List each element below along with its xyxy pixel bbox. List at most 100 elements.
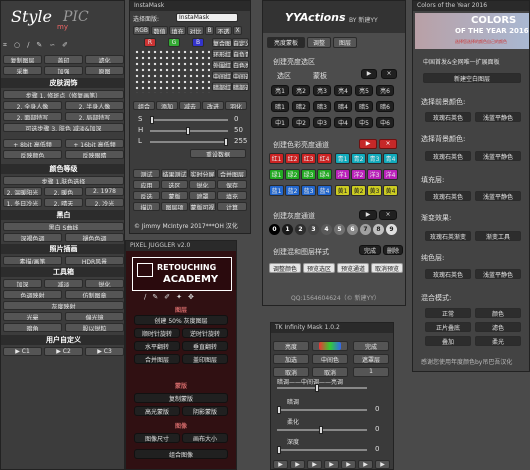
tk-s3-knob[interactable] xyxy=(277,446,281,454)
btn-gray-map[interactable]: 灰度映射 xyxy=(3,301,124,310)
yy-blue-3[interactable]: 蓝3 xyxy=(301,185,316,196)
yy-gray-7[interactable]: 7 xyxy=(360,224,371,235)
tk-play-1[interactable]: ▶ xyxy=(273,460,288,469)
yy-blue-4[interactable]: 蓝4 xyxy=(317,185,332,196)
yy-dark-1[interactable]: 暗1 xyxy=(271,101,289,112)
pj-stamp[interactable]: 盖印图层 xyxy=(182,354,228,364)
op-refine[interactable]: 改进 xyxy=(202,101,224,110)
ch-fill[interactable]: 填充 xyxy=(169,26,186,35)
btn-8bit-fs[interactable]: + 8bit 高低频 xyxy=(3,139,62,148)
op-combine[interactable]: 组合 xyxy=(133,101,155,110)
b-layer-item[interactable]: 图层项 xyxy=(161,202,188,211)
yy-cyan-1[interactable]: 青1 xyxy=(335,153,350,164)
yy-yellow-1[interactable]: 黄1 xyxy=(335,185,350,196)
btn-c2[interactable]: ▶ C2 xyxy=(44,347,83,356)
yy-green-4[interactable]: 绿4 xyxy=(317,169,332,180)
btn-winter[interactable]: 1. 冬日冷光 xyxy=(3,198,42,207)
yy-gray-9[interactable]: 9 xyxy=(386,224,397,235)
btn-cool[interactable]: 2. 冷光 xyxy=(85,198,124,207)
coty-g5-blue[interactable]: 浅蓝平静色 xyxy=(475,269,521,279)
btn-warm-sun[interactable]: 2. 温暖阳光 xyxy=(3,187,42,196)
slider-s-track[interactable] xyxy=(150,119,228,121)
yy-magenta-2[interactable]: 洋2 xyxy=(351,169,366,180)
tk-play-7[interactable]: ▶ xyxy=(375,460,390,469)
b-split[interactable]: 实时分屏 xyxy=(189,169,216,178)
yy-clear-2[interactable]: × xyxy=(379,139,397,149)
btn-full-body[interactable]: 2. 全身人像 xyxy=(3,101,62,110)
op-subtract[interactable]: 减去 xyxy=(179,101,201,110)
coty-blend-color[interactable]: 颜色 xyxy=(475,308,521,318)
grid-composite[interactable]: 复合图 xyxy=(212,38,232,47)
ch-rgb[interactable]: RGB xyxy=(133,26,150,35)
grid-white-bright[interactable]: 白色亮 xyxy=(232,60,249,69)
yy-red-4[interactable]: 红4 xyxy=(317,153,332,164)
coty-g4-rose-grad[interactable]: 玫瑰石英渐变 xyxy=(425,231,471,241)
slider-l-track[interactable] xyxy=(150,141,228,143)
btn-half-body[interactable]: 2. 半身人像 xyxy=(65,101,124,110)
ch-b[interactable]: B xyxy=(205,26,214,35)
grid-neg-cyan[interactable]: 自负青 xyxy=(232,49,249,58)
coty-g3-rose[interactable]: 玫瑰石英色 xyxy=(425,191,471,201)
btn-c3[interactable]: ▶ C3 xyxy=(85,347,124,356)
yy-tab-adjust[interactable]: 调整 xyxy=(307,37,331,48)
yy-green-1[interactable]: 绿1 xyxy=(269,169,284,180)
yy-dark-5[interactable]: 暗5 xyxy=(355,101,373,112)
btn-clone-stamp[interactable]: 仿制图章 xyxy=(65,290,124,299)
yy-cyan-3[interactable]: 青3 xyxy=(367,153,382,164)
btn-partial-close[interactable]: 2. 局部特写 xyxy=(65,112,124,121)
yy-gray-clear[interactable]: × xyxy=(379,210,397,220)
slider-s-knob[interactable] xyxy=(150,116,154,124)
pj-copy-mask[interactable]: 复制蒙版 xyxy=(134,393,228,403)
yy-green-3[interactable]: 绿3 xyxy=(301,169,316,180)
btn-burn[interactable]: 加深 xyxy=(3,279,42,288)
yy-dark-4[interactable]: 暗4 xyxy=(334,101,352,112)
tk-play-6[interactable]: ▶ xyxy=(358,460,373,469)
yy-yellow-4[interactable]: 黄4 xyxy=(383,185,398,196)
btn-sepia[interactable]: 深褐色调 xyxy=(3,233,62,242)
btn-reflect-eye[interactable]: 反映眼睛 xyxy=(65,150,124,159)
b-calc[interactable]: 计算 xyxy=(217,202,247,211)
yy-gray-5[interactable]: 5 xyxy=(334,224,345,235)
yy-gray-0[interactable]: 0 xyxy=(269,224,280,235)
yy-light-2[interactable]: 亮2 xyxy=(292,85,310,96)
move-icon[interactable]: ✥ xyxy=(188,293,200,301)
btn-sunny[interactable]: 2. 晴天 xyxy=(44,198,83,207)
b-fill[interactable]: 填充 xyxy=(217,191,247,200)
coty-blend-softlight[interactable]: 柔光 xyxy=(475,336,521,346)
btn-glow[interactable]: 光晕 xyxy=(3,312,62,321)
yy-gray-4[interactable]: 4 xyxy=(321,224,332,235)
reset-data-button[interactable]: 重设数据 xyxy=(190,149,246,158)
yy-light-1[interactable]: 亮1 xyxy=(271,85,289,96)
yy-light-6[interactable]: 亮6 xyxy=(376,85,394,96)
yy-cyan-4[interactable]: 青4 xyxy=(383,153,398,164)
btn-smooth[interactable]: 滤化 xyxy=(85,55,124,64)
grid-mid-red[interactable]: 中间红 xyxy=(212,71,232,80)
pj-merge[interactable]: 合并图层 xyxy=(134,354,180,364)
yy-gray-6[interactable]: 6 xyxy=(347,224,358,235)
btn-reflect-color[interactable]: 反映颜色 xyxy=(3,150,62,159)
dropper-icon[interactable]: ✐ xyxy=(62,41,75,49)
btn-enhance[interactable]: 加强 xyxy=(44,66,83,75)
pen-icon[interactable]: ✎ xyxy=(152,293,164,301)
tk-midtone[interactable]: 中间色 xyxy=(312,354,348,364)
btn-c1[interactable]: ▶ C1 xyxy=(3,347,42,356)
btn-dodge[interactable]: 减淡 xyxy=(44,279,83,288)
pen-icon[interactable]: ✎ xyxy=(36,41,49,49)
tk-play-3[interactable]: ▶ xyxy=(307,460,322,469)
tk-s3-track[interactable] xyxy=(277,449,367,451)
b-stroke[interactable]: 描边 xyxy=(133,202,160,211)
grid-custom[interactable]: 自定义 xyxy=(232,38,249,47)
grid-dark-tone[interactable]: 暗部调 xyxy=(232,82,249,91)
grid-outer-red[interactable]: 外围红 xyxy=(212,60,232,69)
yy-play-2[interactable]: ▶ xyxy=(359,139,377,149)
btn-polarizer[interactable]: 偏光镜 xyxy=(65,312,124,321)
pj-create-gray[interactable]: 创建 50% 灰度图层 xyxy=(134,315,228,325)
yy-blue-2[interactable]: 蓝2 xyxy=(285,185,300,196)
coty-g3-blue[interactable]: 浅蓝平静色 xyxy=(475,191,521,201)
wand-icon[interactable]: ✦ xyxy=(176,293,188,301)
tk-play-4[interactable]: ▶ xyxy=(324,460,339,469)
b-save[interactable]: 保存 xyxy=(217,180,247,189)
tk-range-knob[interactable] xyxy=(315,384,319,392)
btn-grain[interactable]: 股以锐粒 xyxy=(65,323,124,332)
coty-blend-screen[interactable]: 滤色 xyxy=(475,322,521,332)
